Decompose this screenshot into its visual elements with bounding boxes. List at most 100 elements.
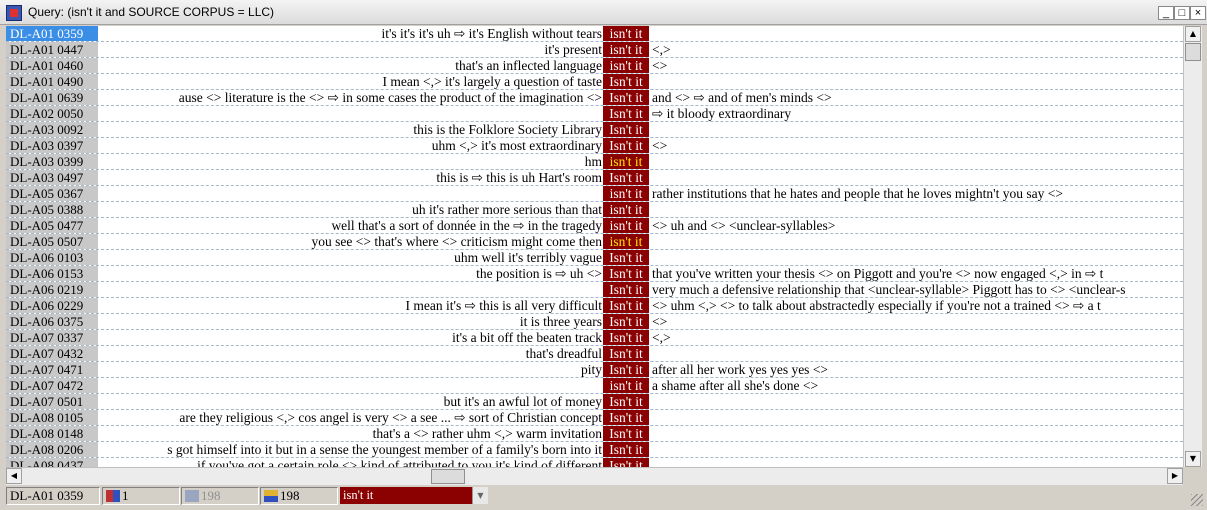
shown-count-pane: 198 bbox=[181, 487, 259, 505]
left-context: are they religious <,> cos angel is very… bbox=[101, 410, 602, 425]
row-reference[interactable]: DL-A01 0460 bbox=[6, 58, 99, 73]
row-reference[interactable]: DL-A01 0447 bbox=[6, 42, 99, 57]
row-reference[interactable]: DL-A06 0103 bbox=[6, 250, 99, 265]
left-context-text: uhm well it's terribly vague bbox=[454, 250, 602, 265]
right-context bbox=[650, 154, 1183, 169]
concordance-row[interactable]: DL-A05 0507 you see <> that's where <> cr… bbox=[6, 234, 1183, 250]
scroll-right-icon[interactable]: ▶ bbox=[1167, 468, 1183, 484]
right-context: that you've written your thesis <> on Pi… bbox=[652, 266, 1104, 281]
left-context: that's an inflected language bbox=[101, 58, 602, 73]
concordance-row[interactable]: DL-A01 0490 I mean <,> it's largely a que… bbox=[6, 74, 1183, 90]
concordance-row[interactable]: DL-A07 0472 isn't it a shame after all she… bbox=[6, 378, 1183, 394]
left-context-text: that's an inflected language bbox=[455, 58, 602, 73]
concordance-row[interactable]: DL-A08 0437 if you've got a certain role … bbox=[6, 458, 1183, 467]
row-reference[interactable]: DL-A07 0432 bbox=[6, 346, 99, 361]
left-context: ause <> literature is the <> ⇨ in some c… bbox=[101, 90, 602, 105]
row-reference[interactable]: DL-A08 0105 bbox=[6, 410, 99, 425]
row-reference[interactable]: DL-A05 0477 bbox=[6, 218, 99, 233]
scroll-down-icon[interactable]: ▼ bbox=[1185, 451, 1201, 467]
row-reference[interactable]: DL-A03 0399 bbox=[6, 154, 99, 169]
right-context bbox=[650, 458, 1183, 467]
row-reference[interactable]: DL-A07 0501 bbox=[6, 394, 99, 409]
concordance-row[interactable]: DL-A08 0206 s got himself into it but in … bbox=[6, 442, 1183, 458]
left-context: that's dreadful bbox=[101, 346, 602, 361]
concordance-list[interactable]: DL-A01 0359 it's it's it's uh ⇨ it's Engl… bbox=[6, 26, 1183, 467]
resize-grip-icon[interactable] bbox=[1191, 494, 1203, 506]
left-context-text: the position is ⇨ uh <> bbox=[476, 266, 602, 281]
row-reference[interactable]: DL-A03 0397 bbox=[6, 138, 99, 153]
row-reference[interactable]: DL-A07 0471 bbox=[6, 362, 99, 377]
concordance-row[interactable]: DL-A06 0153 the position is ⇨ uh <> Isn't … bbox=[6, 266, 1183, 282]
row-reference[interactable]: DL-A01 0490 bbox=[6, 74, 99, 89]
concordance-row[interactable]: DL-A06 0103 uhm well it's terribly vague I… bbox=[6, 250, 1183, 266]
concordance-row[interactable]: DL-A03 0399 hm isn't it bbox=[6, 154, 1183, 170]
row-reference[interactable]: DL-A05 0388 bbox=[6, 202, 99, 217]
row-reference[interactable]: DL-A07 0472 bbox=[6, 378, 99, 393]
row-reference[interactable]: DL-A06 0375 bbox=[6, 314, 99, 329]
node-keyword: Isn't it bbox=[603, 394, 649, 409]
scroll-left-icon[interactable]: ◀ bbox=[6, 468, 22, 484]
left-context-text: well that's a sort of donnée in the ⇨ in… bbox=[331, 218, 602, 233]
concordance-row[interactable]: DL-A07 0337 it's a bit off the beaten tra… bbox=[6, 330, 1183, 346]
concordance-row[interactable]: DL-A07 0501 but it's an awful lot of mone… bbox=[6, 394, 1183, 410]
concordance-row[interactable]: DL-A01 0460 that's an inflected language i… bbox=[6, 58, 1183, 74]
left-context-text: it's present bbox=[544, 42, 602, 57]
row-reference[interactable]: DL-A06 0229 bbox=[6, 298, 99, 313]
concordance-row[interactable]: DL-A01 0447 it's present isn't it <,> bbox=[6, 42, 1183, 58]
concordance-row[interactable]: DL-A05 0367 isn't it rather institutions t… bbox=[6, 186, 1183, 202]
query-dropdown[interactable]: isn't it ▼ bbox=[340, 487, 488, 504]
row-reference[interactable]: DL-A08 0437 bbox=[6, 458, 99, 467]
close-button[interactable]: × bbox=[1190, 6, 1206, 20]
row-reference[interactable]: DL-A07 0337 bbox=[6, 330, 99, 345]
right-context: <,> bbox=[652, 330, 671, 345]
left-context-text: pity bbox=[580, 362, 602, 377]
concordance-row[interactable]: DL-A02 0050 Isn't it ⇨ it bloody extraordi… bbox=[6, 106, 1183, 122]
title-bar[interactable]: Query: (isn't it and SOURCE CORPUS = LLC… bbox=[0, 0, 1207, 25]
row-reference[interactable]: DL-A01 0639 bbox=[6, 90, 99, 105]
row-reference[interactable]: DL-A01 0359 bbox=[6, 26, 99, 41]
concordance-row[interactable]: DL-A01 0359 it's it's it's uh ⇨ it's Engl… bbox=[6, 26, 1183, 42]
vertical-scrollbar[interactable]: ▲ ▼ bbox=[1183, 26, 1202, 467]
horizontal-scroll-thumb[interactable] bbox=[431, 469, 465, 484]
right-context bbox=[650, 122, 1183, 137]
right-context bbox=[650, 410, 1183, 425]
left-context: uhm <,> it's most extraordinary bbox=[101, 138, 602, 153]
concordance-row[interactable]: DL-A06 0375 it is three years Isn't it <> bbox=[6, 314, 1183, 330]
left-context-text: are they religious <,> cos angel is very… bbox=[179, 410, 602, 425]
app-icon bbox=[6, 5, 22, 21]
node-keyword: Isn't it bbox=[603, 250, 649, 265]
scroll-up-icon[interactable]: ▲ bbox=[1185, 26, 1201, 42]
vertical-scroll-thumb[interactable] bbox=[1185, 43, 1201, 61]
right-context bbox=[650, 202, 1183, 217]
row-reference[interactable]: DL-A08 0206 bbox=[6, 442, 99, 457]
concordance-row[interactable]: DL-A08 0148 that's a <> rather uhm <,> wa… bbox=[6, 426, 1183, 442]
node-keyword: Isn't it bbox=[603, 330, 649, 345]
row-reference[interactable]: DL-A05 0507 bbox=[6, 234, 99, 249]
concordance-row[interactable]: DL-A03 0092 this is the Folklore Society … bbox=[6, 122, 1183, 138]
row-reference[interactable]: DL-A06 0153 bbox=[6, 266, 99, 281]
horizontal-scrollbar[interactable]: ◀ ▶ bbox=[6, 467, 1183, 485]
row-reference[interactable]: DL-A06 0219 bbox=[6, 282, 99, 297]
concordance-row[interactable]: DL-A05 0388 uh it's rather more serious t… bbox=[6, 202, 1183, 218]
row-reference[interactable]: DL-A02 0050 bbox=[6, 106, 99, 121]
row-reference[interactable]: DL-A08 0148 bbox=[6, 426, 99, 441]
concordance-row[interactable]: DL-A05 0477 well that's a sort of donnée … bbox=[6, 218, 1183, 234]
concordance-row[interactable]: DL-A07 0471 pity Isn't it after all her wor… bbox=[6, 362, 1183, 378]
chevron-down-icon[interactable]: ▼ bbox=[472, 487, 488, 504]
left-context: I mean <,> it's largely a question of ta… bbox=[101, 74, 602, 89]
right-context: after all her work yes yes yes <> bbox=[652, 362, 829, 377]
minimize-button[interactable]: _ bbox=[1158, 6, 1174, 20]
concordance-row[interactable]: DL-A03 0397 uhm <,> it's most extraordina… bbox=[6, 138, 1183, 154]
concordance-row[interactable]: DL-A08 0105 are they religious <,> cos an… bbox=[6, 410, 1183, 426]
maximize-button[interactable]: □ bbox=[1174, 6, 1190, 20]
concordance-row[interactable]: DL-A07 0432 that's dreadful Isn't it bbox=[6, 346, 1183, 362]
node-keyword: Isn't it bbox=[603, 442, 649, 457]
row-reference[interactable]: DL-A05 0367 bbox=[6, 186, 99, 201]
row-reference[interactable]: DL-A03 0092 bbox=[6, 122, 99, 137]
concordance-row[interactable]: DL-A01 0639 ause <> literature is the <> … bbox=[6, 90, 1183, 106]
concordance-row[interactable]: DL-A06 0229 I mean it's ⇨ this is all ver… bbox=[6, 298, 1183, 314]
right-context: a shame after all she's done <> bbox=[652, 378, 819, 393]
concordance-row[interactable]: DL-A06 0219 Isn't it very much a defensive… bbox=[6, 282, 1183, 298]
row-reference[interactable]: DL-A03 0497 bbox=[6, 170, 99, 185]
concordance-row[interactable]: DL-A03 0497 this is ⇨ this is uh Hart's r… bbox=[6, 170, 1183, 186]
